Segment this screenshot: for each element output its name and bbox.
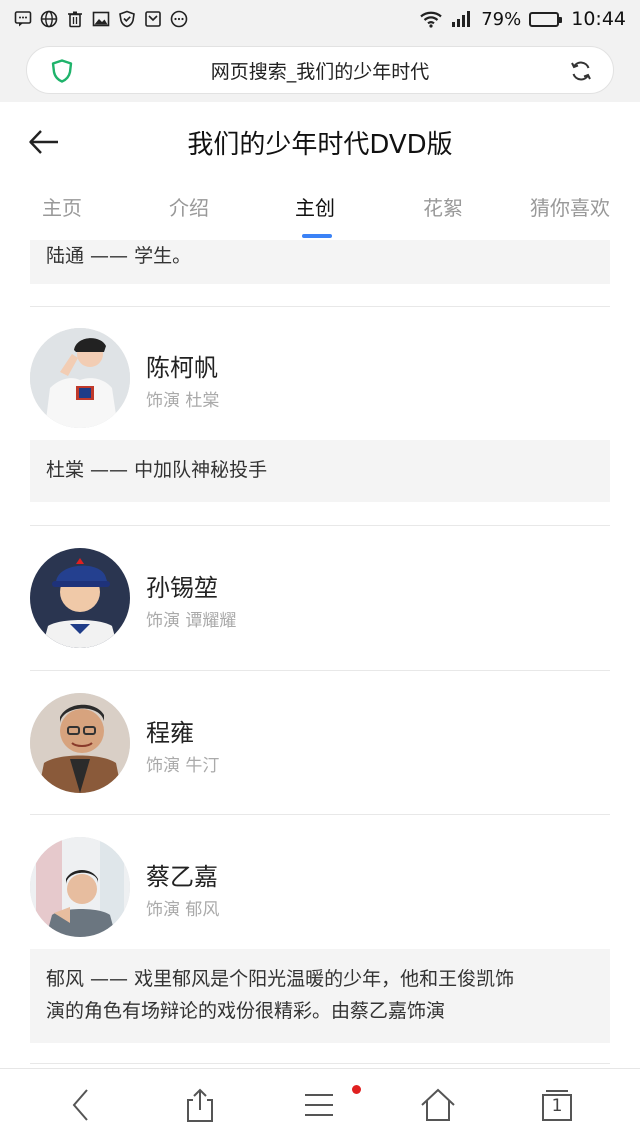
clock: 10:44 (571, 8, 626, 30)
avatar[interactable] (30, 693, 130, 793)
divider (30, 670, 610, 671)
divider (30, 306, 610, 307)
trash-icon (66, 10, 84, 28)
tab-count: 1 (551, 1096, 563, 1116)
signal-icon (451, 10, 473, 28)
url-text[interactable]: 网页搜索_我们的少年时代 (27, 57, 613, 84)
cast-role: 饰演 杜棠 (146, 391, 220, 411)
message-icon (14, 10, 32, 28)
avatar[interactable] (30, 837, 130, 937)
wifi-icon (419, 10, 443, 28)
cast-item[interactable]: 孙锡堃 饰演 谭耀耀 (30, 548, 610, 658)
home-icon[interactable] (418, 1085, 458, 1125)
share-icon[interactable] (180, 1085, 220, 1125)
cast-list: 陆通 —— 学生。 陈柯帆 饰演 杜棠 杜棠 —— 中加队神秘投手 孙锡堃 饰演… (0, 240, 640, 1068)
notification-dot (352, 1085, 361, 1094)
divider (30, 525, 610, 526)
cast-item[interactable]: 陈柯帆 饰演 杜棠 (30, 328, 610, 438)
back-icon[interactable] (61, 1085, 101, 1125)
tabs-icon[interactable]: 1 (537, 1085, 577, 1125)
role-text-line: 郁风 —— 戏里郁风是个阳光温暖的少年，他和王俊凯饰 (46, 968, 515, 990)
role-description: 陆通 —— 学生。 (30, 240, 610, 284)
cast-role: 饰演 牛汀 (146, 756, 220, 776)
page-title: 我们的少年时代DVD版 (187, 130, 453, 160)
cast-item[interactable]: 程雍 饰演 牛汀 (30, 693, 610, 803)
avatar[interactable] (30, 328, 130, 428)
role-description: 杜棠 —— 中加队神秘投手 (30, 440, 610, 502)
role-text: 杜棠 —— 中加队神秘投手 (46, 459, 268, 481)
cast-item[interactable]: 蔡乙嘉 饰演 郁风 (30, 837, 610, 947)
bottom-nav: 1 (0, 1068, 640, 1138)
tab-creators[interactable]: 主创 (295, 192, 335, 221)
cast-name[interactable]: 陈柯帆 (146, 348, 218, 383)
status-right: 79% 10:44 (419, 8, 626, 30)
refresh-icon[interactable] (569, 59, 593, 83)
role-text: 陆通 —— 学生。 (46, 245, 192, 267)
tab-intro[interactable]: 介绍 (169, 192, 209, 221)
tab-bar: 主页 介绍 主创 花絮 猜你喜欢 (0, 180, 640, 240)
divider (30, 1063, 610, 1064)
more-icon (170, 10, 188, 28)
url-bar[interactable]: 网页搜索_我们的少年时代 (26, 46, 614, 94)
tab-recommend[interactable]: 猜你喜欢 (530, 192, 610, 221)
tab-home[interactable]: 主页 (42, 192, 82, 221)
tab-behind-scenes[interactable]: 花絮 (423, 192, 463, 221)
role-description: 郁风 —— 戏里郁风是个阳光温暖的少年，他和王俊凯饰 演的角色有场辩论的戏份很精… (30, 949, 610, 1043)
title-bar: 我们的少年时代DVD版 (0, 102, 640, 180)
battery-percent: 79% (481, 8, 522, 30)
divider (30, 814, 610, 815)
cast-name[interactable]: 孙锡堃 (146, 568, 218, 603)
notification-icons (14, 10, 188, 28)
battery-icon (529, 11, 563, 27)
cast-role: 饰演 郁风 (146, 900, 220, 920)
globe-icon (40, 10, 58, 28)
url-bar-area: 网页搜索_我们的少年时代 (0, 38, 640, 102)
shield-notification-icon (118, 10, 136, 28)
inbox-icon (144, 10, 162, 28)
menu-icon[interactable] (299, 1085, 339, 1125)
image-icon (92, 10, 110, 28)
cast-name[interactable]: 蔡乙嘉 (146, 857, 218, 892)
active-tab-indicator (302, 234, 332, 238)
status-bar: 79% 10:44 (0, 0, 640, 38)
security-shield-icon[interactable] (51, 59, 73, 83)
cast-role: 饰演 谭耀耀 (146, 611, 237, 631)
avatar[interactable] (30, 548, 130, 648)
cast-name[interactable]: 程雍 (146, 713, 194, 748)
role-text-line: 演的角色有场辩论的戏份很精彩。由蔡乙嘉饰演 (46, 1000, 446, 1022)
